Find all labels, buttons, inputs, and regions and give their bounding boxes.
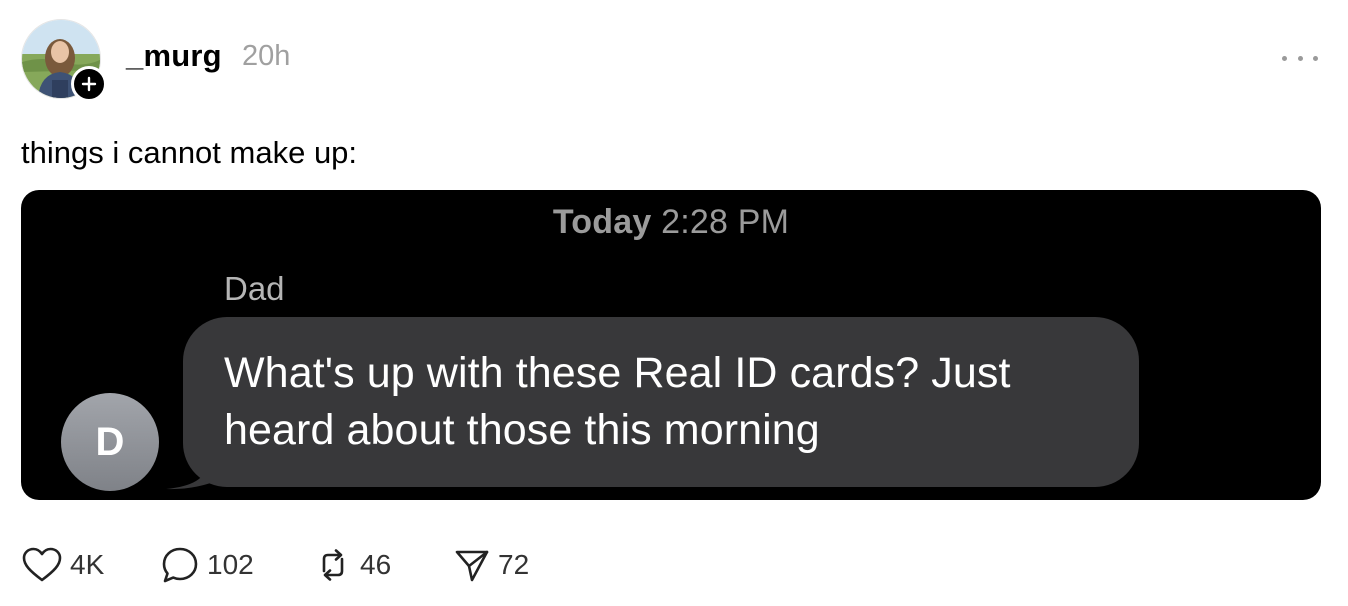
comment-button[interactable]: 102 (161, 546, 254, 584)
repost-button[interactable]: 46 (314, 546, 391, 584)
sender-name: Dad (224, 270, 285, 307)
username[interactable]: _murg (126, 40, 222, 71)
repost-icon (322, 549, 344, 581)
message-time: 2:28 PM (661, 203, 790, 241)
follow-button[interactable] (71, 66, 107, 102)
more-dot (1297, 55, 1303, 61)
post-text: things i cannot make up: (21, 135, 358, 170)
share-count: 72 (498, 549, 530, 580)
post-image[interactable]: Today 2:28 PM Dad D What's up with these… (21, 190, 1321, 500)
more-dot (1313, 55, 1318, 61)
message-bubble: What's up with these Real ID cards? Just… (183, 317, 1139, 487)
message-timestamp: Today 2:28 PM (21, 203, 1321, 242)
more-horizontal-icon (1282, 55, 1287, 61)
plus-icon (81, 76, 97, 92)
more-options-button[interactable] (1282, 48, 1318, 68)
contact-avatar: D (61, 393, 159, 491)
like-button[interactable]: 4K (22, 546, 104, 584)
comment-bubble-icon (162, 547, 198, 583)
like-count: 4K (70, 549, 105, 580)
message-day: Today (552, 203, 652, 241)
contact-initial: D (95, 419, 125, 464)
message-text: What's up with these Real ID cards? Just… (224, 349, 1011, 455)
repost-count: 46 (360, 549, 392, 580)
send-icon (455, 550, 489, 582)
comment-count: 102 (207, 549, 254, 580)
heart-icon (22, 547, 62, 582)
author-avatar-container[interactable] (21, 19, 107, 102)
share-button[interactable]: 72 (454, 546, 529, 584)
post-timestamp: 20h (242, 40, 291, 72)
